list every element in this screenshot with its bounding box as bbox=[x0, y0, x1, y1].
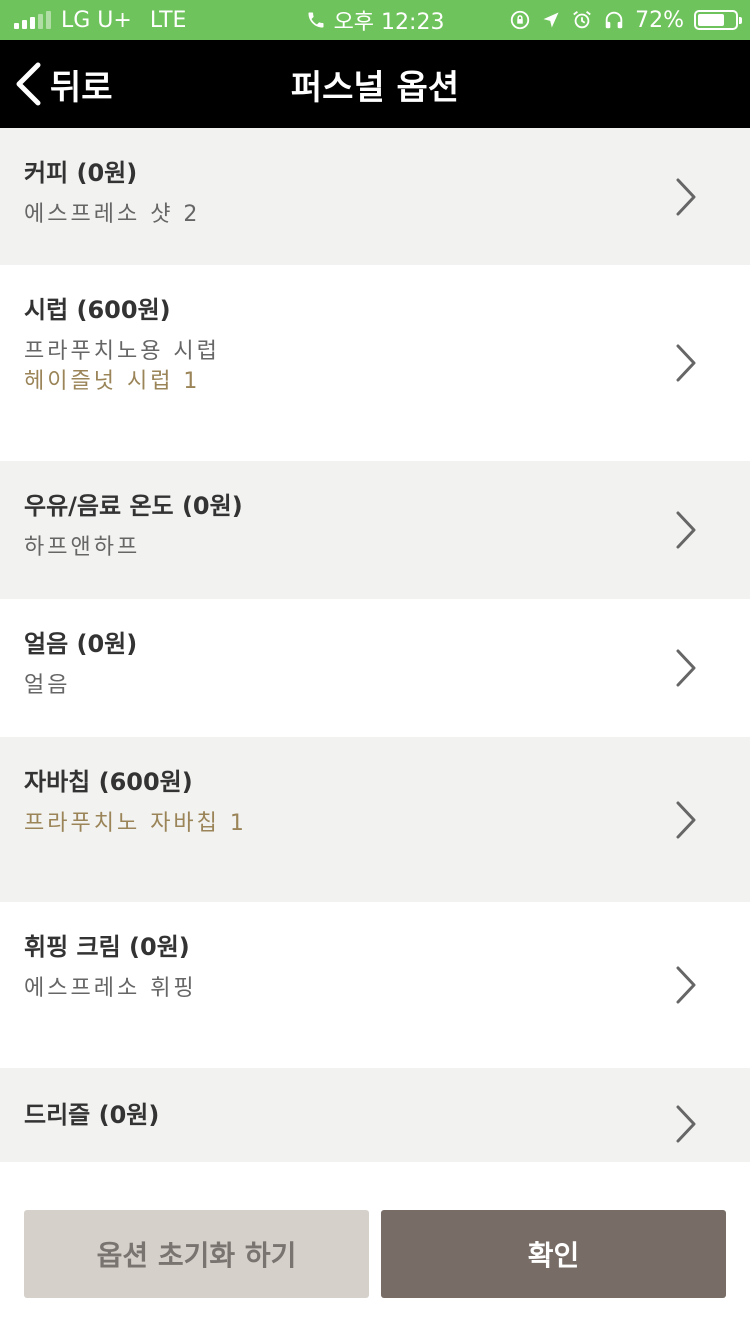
status-right: 72% bbox=[509, 0, 742, 40]
option-added-value: 프라푸치노 자바칩 1 bbox=[24, 811, 247, 836]
chevron-right-icon bbox=[676, 178, 696, 215]
lock-rotation-icon bbox=[509, 9, 531, 31]
location-icon bbox=[541, 10, 561, 30]
nav-bar: 뒤로 퍼스널 옵션 bbox=[0, 40, 750, 128]
clock-label: 오후 12:23 bbox=[333, 10, 445, 35]
option-row-drizzle[interactable]: 드리즐 (0원) bbox=[0, 1068, 750, 1162]
option-selected-value: 하프앤하프 bbox=[24, 535, 141, 560]
bottom-action-bar: 옵션 초기화 하기 확인 bbox=[0, 1162, 750, 1334]
chevron-right-icon bbox=[676, 649, 696, 687]
status-bar: LG U+ LTE 오후 12:23 72% bbox=[0, 0, 750, 40]
option-row-coffee[interactable]: 커피 (0원) 에스프레소 샷 2 bbox=[0, 128, 750, 265]
option-added-value: 헤이즐넛 시럽 1 bbox=[24, 369, 201, 394]
option-row-syrup[interactable]: 시럽 (600원) 프라푸치노용 시럽 헤이즐넛 시럽 1 bbox=[0, 265, 750, 461]
option-selected-value: 에스프레소 휘핑 bbox=[24, 976, 197, 1001]
option-selected-value: 프라푸치노용 시럽 bbox=[24, 339, 220, 364]
option-selected-value: 에스프레소 샷 2 bbox=[24, 202, 201, 227]
chevron-right-icon bbox=[676, 966, 696, 1004]
option-title: 얼음 (0원) bbox=[24, 630, 138, 658]
battery-fill bbox=[698, 14, 724, 26]
option-title: 우유/음료 온도 (0원) bbox=[24, 492, 243, 520]
battery-icon bbox=[694, 10, 742, 30]
phone-icon bbox=[306, 10, 326, 30]
option-title: 드리즐 (0원) bbox=[24, 1101, 160, 1129]
chevron-right-icon bbox=[676, 344, 696, 382]
headphones-icon bbox=[603, 9, 625, 31]
option-row-java-chip[interactable]: 자바칩 (600원) 프라푸치노 자바칩 1 bbox=[0, 737, 750, 902]
option-title: 휘핑 크림 (0원) bbox=[24, 933, 190, 961]
page-title: 퍼스널 옵션 bbox=[290, 67, 460, 108]
option-selected-value: 얼음 bbox=[24, 673, 71, 698]
option-title: 시럽 (600원) bbox=[24, 296, 171, 324]
option-row-whipped-cream[interactable]: 휘핑 크림 (0원) 에스프레소 휘핑 bbox=[0, 902, 750, 1068]
option-title: 커피 (0원) bbox=[24, 159, 138, 187]
option-title: 자바칩 (600원) bbox=[24, 768, 193, 796]
chevron-right-icon bbox=[676, 801, 696, 838]
option-row-milk-temperature[interactable]: 우유/음료 온도 (0원) 하프앤하프 bbox=[0, 461, 750, 599]
option-row-ice[interactable]: 얼음 (0원) 얼음 bbox=[0, 599, 750, 737]
confirm-button[interactable]: 확인 bbox=[381, 1210, 726, 1298]
reset-options-button[interactable]: 옵션 초기화 하기 bbox=[24, 1210, 369, 1298]
battery-percent-label: 72% bbox=[635, 7, 684, 33]
chevron-right-icon bbox=[676, 511, 696, 549]
option-list: 커피 (0원) 에스프레소 샷 2 시럽 (600원) 프라푸치노용 시럽 헤이… bbox=[0, 128, 750, 1162]
alarm-icon bbox=[571, 9, 593, 31]
chevron-right-icon bbox=[676, 1105, 696, 1143]
